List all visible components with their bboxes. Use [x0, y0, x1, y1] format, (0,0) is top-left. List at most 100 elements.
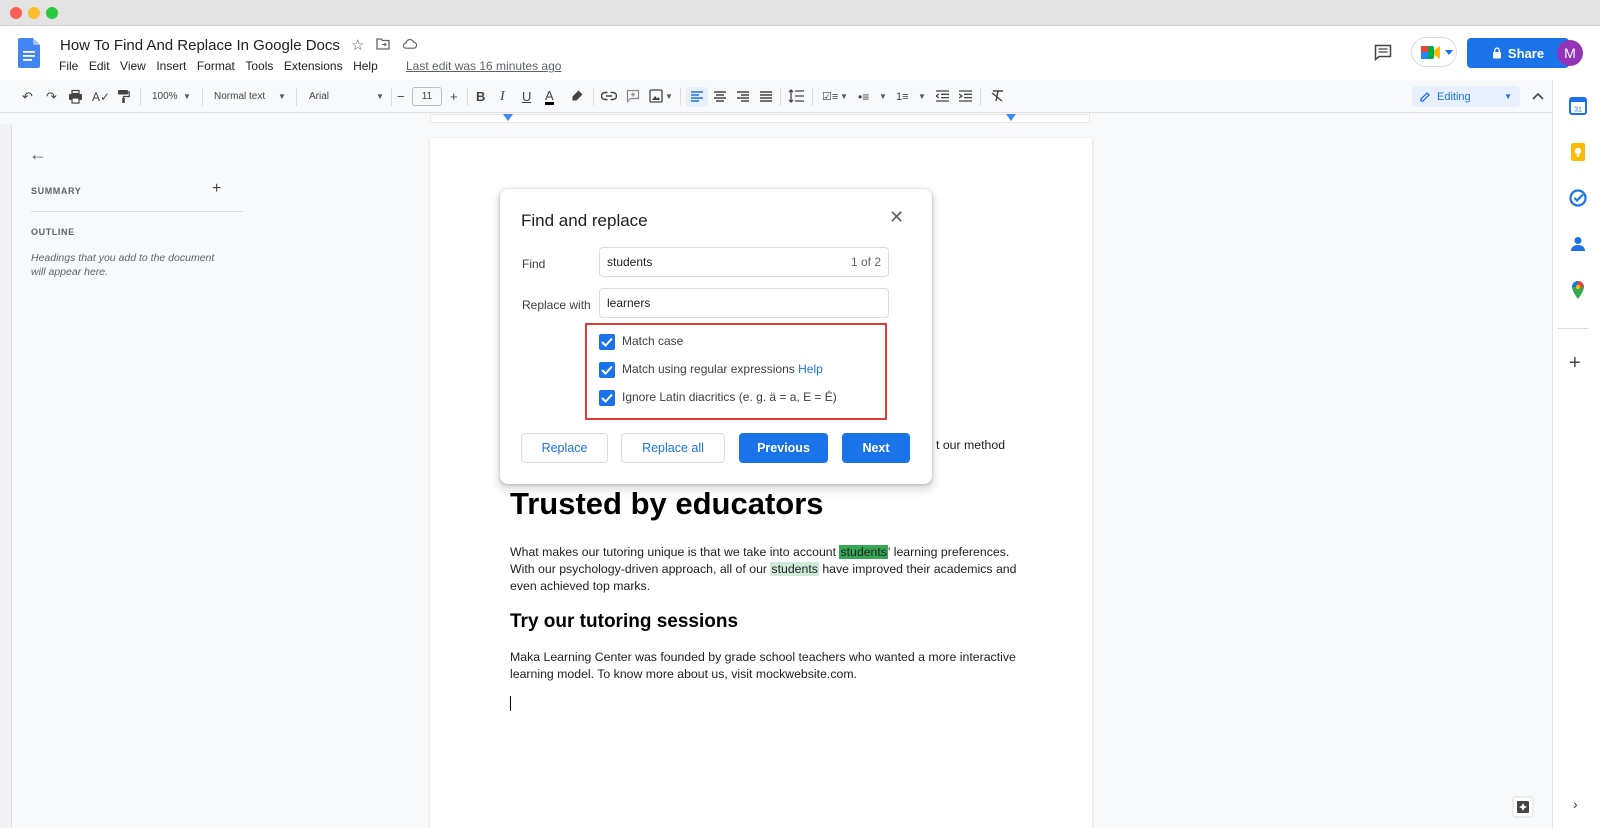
increase-font-size-button[interactable]: +	[450, 89, 458, 105]
style-select[interactable]: Normal text	[214, 89, 265, 105]
comment-history-icon[interactable]	[1374, 44, 1392, 61]
ruler-track	[430, 114, 1090, 123]
calendar-icon[interactable]: 31	[1568, 96, 1588, 116]
paragraph-2-line-2: learning model. To know more about us, v…	[510, 667, 857, 681]
clear-formatting-icon[interactable]	[991, 90, 1004, 102]
find-match: students	[770, 562, 819, 576]
add-comment-icon[interactable]	[626, 89, 640, 103]
add-summary-icon[interactable]: +	[212, 180, 221, 198]
decrease-font-size-button[interactable]: −	[397, 89, 405, 105]
numbered-list-icon[interactable]: 1≡	[896, 89, 909, 105]
minimize-window-button[interactable]	[28, 7, 40, 19]
replace-input-value: learners	[607, 296, 651, 310]
menu-insert[interactable]: Insert	[156, 59, 186, 73]
checklist-dropdown-icon: ▼	[840, 92, 848, 101]
insert-link-icon[interactable]	[601, 91, 617, 101]
right-indent-marker[interactable]	[1006, 114, 1016, 121]
replace-button[interactable]: Replace	[521, 433, 608, 463]
annotation-highlight-box	[585, 323, 887, 420]
heading-trusted-by-educators: Trusted by educators	[510, 486, 824, 521]
replace-with-label: Replace with	[522, 298, 591, 312]
replace-all-button[interactable]: Replace all	[621, 433, 725, 463]
font-select[interactable]: Arial	[309, 89, 329, 105]
explore-icon[interactable]	[1512, 796, 1534, 818]
last-edit-link[interactable]: Last edit was 16 minutes ago	[406, 59, 561, 73]
italic-icon[interactable]: I	[500, 89, 505, 105]
get-addons-icon[interactable]: +	[1569, 352, 1581, 375]
paint-format-icon[interactable]	[117, 89, 130, 104]
style-dropdown-icon: ▼	[278, 92, 286, 101]
avatar[interactable]: M	[1557, 40, 1583, 66]
partial-text-line: t our method	[936, 438, 1006, 452]
svg-text:31: 31	[1574, 107, 1582, 114]
text-color-icon[interactable]: A	[545, 89, 554, 105]
maps-icon[interactable]	[1568, 280, 1588, 300]
paragraph-1-line-3: even achieved top marks.	[510, 579, 651, 593]
close-outline-icon[interactable]: ←	[29, 144, 47, 165]
text-run: What makes our tutoring unique is that w…	[510, 545, 840, 559]
find-label: Find	[522, 257, 546, 271]
image-dropdown-icon: ▼	[665, 92, 673, 101]
next-button[interactable]: Next	[842, 433, 910, 463]
close-dialog-icon[interactable]: ✕	[889, 207, 904, 228]
maximize-window-button[interactable]	[46, 7, 58, 19]
previous-button[interactable]: Previous	[739, 433, 828, 463]
menu-file[interactable]: File	[59, 59, 78, 73]
font-size-input[interactable]: 11	[412, 87, 442, 106]
keep-icon[interactable]	[1568, 142, 1588, 162]
align-right-icon[interactable]	[737, 91, 749, 103]
outline-placeholder: Headings that you add to the document wi…	[31, 252, 215, 278]
menu-extensions[interactable]: Extensions	[284, 59, 343, 73]
find-match-current: students	[839, 545, 888, 559]
menu-view[interactable]: View	[120, 59, 146, 73]
line-spacing-icon[interactable]	[788, 89, 804, 103]
outline-panel: ← SUMMARY + OUTLINE Headings that you ad…	[12, 124, 252, 828]
align-center-icon[interactable]	[714, 91, 726, 103]
docs-logo-icon[interactable]	[18, 38, 40, 68]
hide-menus-icon[interactable]	[1532, 92, 1544, 100]
align-left-button[interactable]	[686, 87, 708, 107]
menu-format[interactable]: Format	[197, 59, 235, 73]
checklist-icon[interactable]: ☑≡	[822, 89, 838, 105]
star-icon[interactable]: ☆	[351, 36, 364, 54]
underline-icon[interactable]: U	[522, 89, 531, 105]
menu-tools[interactable]: Tools	[245, 59, 273, 73]
left-indent-marker[interactable]	[503, 114, 513, 121]
undo-icon[interactable]: ↶	[22, 89, 33, 105]
find-input[interactable]: students 1 of 2	[599, 247, 889, 277]
menu-help[interactable]: Help	[353, 59, 378, 73]
close-window-button[interactable]	[10, 7, 22, 19]
highlight-color-icon[interactable]	[570, 89, 584, 103]
cloud-status-icon[interactable]	[402, 39, 417, 49]
spellcheck-icon[interactable]: A✓	[92, 89, 110, 105]
document-title[interactable]: How To Find And Replace In Google Docs	[60, 37, 340, 54]
editing-dropdown-icon: ▼	[1504, 92, 1512, 101]
zoom-select[interactable]: 100%	[152, 89, 178, 105]
bold-icon[interactable]: B	[476, 89, 485, 105]
text-run: With our psychology-driven approach, all…	[510, 562, 771, 576]
font-dropdown-icon: ▼	[376, 92, 384, 101]
match-count: 1 of 2	[850, 255, 881, 269]
menu-edit[interactable]: Edit	[89, 59, 110, 73]
outline-divider	[31, 211, 243, 212]
replace-input[interactable]: learners	[599, 288, 889, 318]
expand-side-panel-icon[interactable]: ›	[1573, 796, 1578, 812]
justify-icon[interactable]	[760, 91, 772, 103]
increase-indent-icon[interactable]	[959, 90, 972, 102]
bulleted-list-icon[interactable]: •≡	[858, 89, 869, 105]
window-titlebar	[0, 0, 1600, 26]
meet-button[interactable]	[1411, 37, 1457, 67]
insert-image-icon[interactable]	[649, 89, 663, 103]
contacts-icon[interactable]	[1568, 234, 1588, 254]
decrease-indent-icon[interactable]	[936, 90, 949, 102]
move-folder-icon[interactable]	[376, 38, 390, 50]
print-icon[interactable]	[68, 89, 83, 104]
editing-mode-select[interactable]: Editing ▼	[1412, 86, 1520, 107]
meet-icon	[1421, 46, 1440, 59]
numbered-list-dropdown-icon: ▼	[918, 92, 926, 101]
redo-icon[interactable]: ↷	[46, 89, 57, 105]
share-button[interactable]: Share	[1467, 38, 1569, 68]
tasks-icon[interactable]	[1568, 188, 1588, 208]
outline-label: OUTLINE	[31, 227, 75, 237]
heading-try-our-tutoring-sessions: Try our tutoring sessions	[510, 611, 739, 632]
